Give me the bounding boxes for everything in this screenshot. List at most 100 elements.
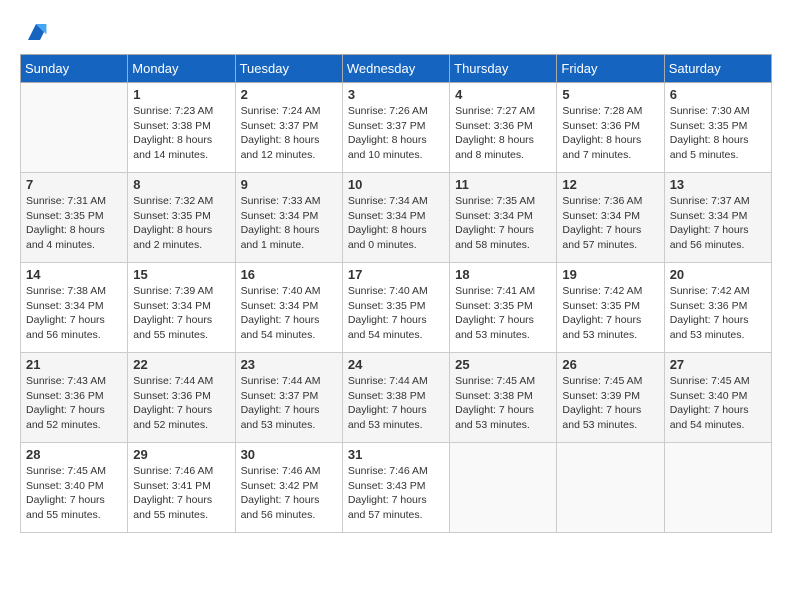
day-number: 11	[455, 177, 551, 192]
day-info: Sunrise: 7:45 AMSunset: 3:40 PMDaylight:…	[26, 464, 122, 523]
calendar-cell: 21 Sunrise: 7:43 AMSunset: 3:36 PMDayligh…	[21, 353, 128, 443]
calendar-cell: 25 Sunrise: 7:45 AMSunset: 3:38 PMDayligh…	[450, 353, 557, 443]
day-info: Sunrise: 7:44 AMSunset: 3:38 PMDaylight:…	[348, 374, 444, 433]
calendar-cell: 30 Sunrise: 7:46 AMSunset: 3:42 PMDayligh…	[235, 443, 342, 533]
logo-icon	[24, 20, 48, 44]
day-info: Sunrise: 7:39 AMSunset: 3:34 PMDaylight:…	[133, 284, 229, 343]
calendar-cell	[21, 83, 128, 173]
calendar-cell: 9 Sunrise: 7:33 AMSunset: 3:34 PMDaylight…	[235, 173, 342, 263]
calendar-cell: 5 Sunrise: 7:28 AMSunset: 3:36 PMDaylight…	[557, 83, 664, 173]
calendar-cell: 10 Sunrise: 7:34 AMSunset: 3:34 PMDayligh…	[342, 173, 449, 263]
calendar-cell: 1Sunrise: 7:23 AMSunset: 3:38 PMDaylight…	[128, 83, 235, 173]
day-info: Sunrise: 7:23 AMSunset: 3:38 PMDaylight:…	[133, 104, 229, 163]
day-number: 15	[133, 267, 229, 282]
calendar-cell: 7Sunrise: 7:31 AMSunset: 3:35 PMDaylight…	[21, 173, 128, 263]
calendar-cell: 18 Sunrise: 7:41 AMSunset: 3:35 PMDayligh…	[450, 263, 557, 353]
day-info: Sunrise: 7:42 AMSunset: 3:36 PMDaylight:…	[670, 284, 766, 343]
weekday-header-monday: Monday	[128, 55, 235, 83]
day-info: Sunrise: 7:44 AMSunset: 3:37 PMDaylight:…	[241, 374, 337, 433]
day-number: 4	[455, 87, 551, 102]
day-number: 16	[241, 267, 337, 282]
day-info: Sunrise: 7:45 AMSunset: 3:39 PMDaylight:…	[562, 374, 658, 433]
day-info: Sunrise: 7:31 AMSunset: 3:35 PMDaylight:…	[26, 194, 122, 253]
day-number: 23	[241, 357, 337, 372]
calendar-cell: 2 Sunrise: 7:24 AMSunset: 3:37 PMDaylight…	[235, 83, 342, 173]
calendar-cell: 27Sunrise: 7:45 AMSunset: 3:40 PMDayligh…	[664, 353, 771, 443]
calendar-cell: 26 Sunrise: 7:45 AMSunset: 3:39 PMDayligh…	[557, 353, 664, 443]
day-number: 5	[562, 87, 658, 102]
day-info: Sunrise: 7:30 AMSunset: 3:35 PMDaylight:…	[670, 104, 766, 163]
calendar-cell: 4 Sunrise: 7:27 AMSunset: 3:36 PMDaylight…	[450, 83, 557, 173]
weekday-header-row: SundayMondayTuesdayWednesdayThursdayFrid…	[21, 55, 772, 83]
day-number: 6	[670, 87, 766, 102]
calendar-cell: 23 Sunrise: 7:44 AMSunset: 3:37 PMDayligh…	[235, 353, 342, 443]
calendar-cell: 28 Sunrise: 7:45 AMSunset: 3:40 PMDayligh…	[21, 443, 128, 533]
day-info: Sunrise: 7:35 AMSunset: 3:34 PMDaylight:…	[455, 194, 551, 253]
day-number: 13	[670, 177, 766, 192]
day-info: Sunrise: 7:37 AMSunset: 3:34 PMDaylight:…	[670, 194, 766, 253]
day-info: Sunrise: 7:46 AMSunset: 3:41 PMDaylight:…	[133, 464, 229, 523]
week-row-2: 7Sunrise: 7:31 AMSunset: 3:35 PMDaylight…	[21, 173, 772, 263]
day-number: 24	[348, 357, 444, 372]
logo	[20, 20, 48, 44]
day-number: 18	[455, 267, 551, 282]
day-info: Sunrise: 7:33 AMSunset: 3:34 PMDaylight:…	[241, 194, 337, 253]
day-info: Sunrise: 7:41 AMSunset: 3:35 PMDaylight:…	[455, 284, 551, 343]
day-info: Sunrise: 7:28 AMSunset: 3:36 PMDaylight:…	[562, 104, 658, 163]
day-info: Sunrise: 7:46 AMSunset: 3:42 PMDaylight:…	[241, 464, 337, 523]
weekday-header-saturday: Saturday	[664, 55, 771, 83]
weekday-header-tuesday: Tuesday	[235, 55, 342, 83]
day-info: Sunrise: 7:26 AMSunset: 3:37 PMDaylight:…	[348, 104, 444, 163]
day-number: 20	[670, 267, 766, 282]
weekday-header-wednesday: Wednesday	[342, 55, 449, 83]
day-info: Sunrise: 7:40 AMSunset: 3:35 PMDaylight:…	[348, 284, 444, 343]
day-number: 9	[241, 177, 337, 192]
day-number: 8	[133, 177, 229, 192]
day-info: Sunrise: 7:34 AMSunset: 3:34 PMDaylight:…	[348, 194, 444, 253]
weekday-header-thursday: Thursday	[450, 55, 557, 83]
day-number: 30	[241, 447, 337, 462]
day-info: Sunrise: 7:44 AMSunset: 3:36 PMDaylight:…	[133, 374, 229, 433]
day-number: 26	[562, 357, 658, 372]
calendar-cell: 19Sunrise: 7:42 AMSunset: 3:35 PMDayligh…	[557, 263, 664, 353]
calendar-cell: 12 Sunrise: 7:36 AMSunset: 3:34 PMDayligh…	[557, 173, 664, 263]
day-number: 21	[26, 357, 122, 372]
week-row-4: 21 Sunrise: 7:43 AMSunset: 3:36 PMDayligh…	[21, 353, 772, 443]
calendar-cell: 6 Sunrise: 7:30 AMSunset: 3:35 PMDaylight…	[664, 83, 771, 173]
calendar-cell: 20 Sunrise: 7:42 AMSunset: 3:36 PMDayligh…	[664, 263, 771, 353]
calendar-cell: 11 Sunrise: 7:35 AMSunset: 3:34 PMDayligh…	[450, 173, 557, 263]
day-number: 25	[455, 357, 551, 372]
calendar-cell: 15 Sunrise: 7:39 AMSunset: 3:34 PMDayligh…	[128, 263, 235, 353]
calendar-cell	[450, 443, 557, 533]
day-info: Sunrise: 7:42 AMSunset: 3:35 PMDaylight:…	[562, 284, 658, 343]
day-info: Sunrise: 7:24 AMSunset: 3:37 PMDaylight:…	[241, 104, 337, 163]
day-info: Sunrise: 7:40 AMSunset: 3:34 PMDaylight:…	[241, 284, 337, 343]
day-number: 3	[348, 87, 444, 102]
calendar-cell: 22Sunrise: 7:44 AMSunset: 3:36 PMDayligh…	[128, 353, 235, 443]
day-number: 10	[348, 177, 444, 192]
day-number: 28	[26, 447, 122, 462]
calendar-cell: 17Sunrise: 7:40 AMSunset: 3:35 PMDayligh…	[342, 263, 449, 353]
day-number: 2	[241, 87, 337, 102]
day-number: 29	[133, 447, 229, 462]
calendar-cell: 24 Sunrise: 7:44 AMSunset: 3:38 PMDayligh…	[342, 353, 449, 443]
calendar-cell: 14Sunrise: 7:38 AMSunset: 3:34 PMDayligh…	[21, 263, 128, 353]
calendar-cell: 29 Sunrise: 7:46 AMSunset: 3:41 PMDayligh…	[128, 443, 235, 533]
calendar-table: SundayMondayTuesdayWednesdayThursdayFrid…	[20, 54, 772, 533]
day-number: 31	[348, 447, 444, 462]
day-info: Sunrise: 7:45 AMSunset: 3:38 PMDaylight:…	[455, 374, 551, 433]
week-row-3: 14Sunrise: 7:38 AMSunset: 3:34 PMDayligh…	[21, 263, 772, 353]
calendar-cell: 16 Sunrise: 7:40 AMSunset: 3:34 PMDayligh…	[235, 263, 342, 353]
day-info: Sunrise: 7:46 AMSunset: 3:43 PMDaylight:…	[348, 464, 444, 523]
day-info: Sunrise: 7:27 AMSunset: 3:36 PMDaylight:…	[455, 104, 551, 163]
calendar-cell: 8Sunrise: 7:32 AMSunset: 3:35 PMDaylight…	[128, 173, 235, 263]
week-row-1: 1Sunrise: 7:23 AMSunset: 3:38 PMDaylight…	[21, 83, 772, 173]
page-header	[20, 20, 772, 44]
day-info: Sunrise: 7:38 AMSunset: 3:34 PMDaylight:…	[26, 284, 122, 343]
day-number: 12	[562, 177, 658, 192]
day-info: Sunrise: 7:43 AMSunset: 3:36 PMDaylight:…	[26, 374, 122, 433]
day-info: Sunrise: 7:36 AMSunset: 3:34 PMDaylight:…	[562, 194, 658, 253]
calendar-cell: 3 Sunrise: 7:26 AMSunset: 3:37 PMDaylight…	[342, 83, 449, 173]
calendar-cell: 13 Sunrise: 7:37 AMSunset: 3:34 PMDayligh…	[664, 173, 771, 263]
day-info: Sunrise: 7:45 AMSunset: 3:40 PMDaylight:…	[670, 374, 766, 433]
